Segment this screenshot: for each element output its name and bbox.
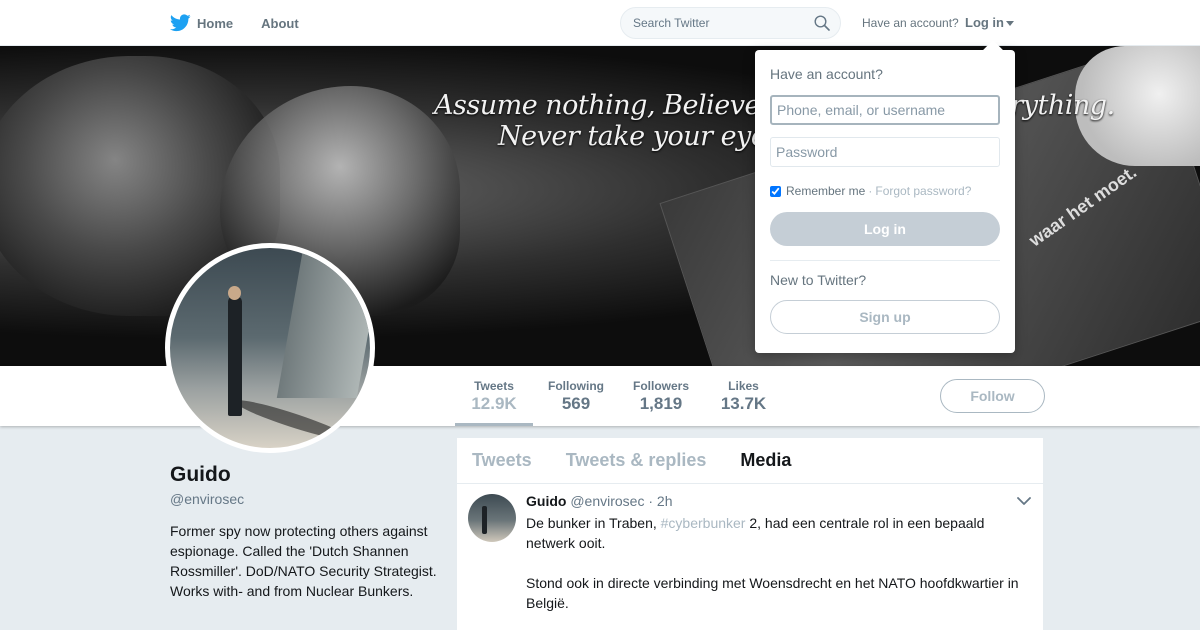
stat-followers[interactable]: Followers 1,819: [630, 366, 692, 426]
avatar-person: [228, 296, 242, 416]
remember-separator: ·: [868, 184, 873, 198]
profile-handle[interactable]: @envirosec: [170, 491, 244, 507]
nav-about-label: About: [261, 15, 299, 31]
tweet-text-paragraph2: Stond ook in directe verbinding met Woen…: [526, 575, 1019, 611]
tweet-time[interactable]: · 2h: [648, 493, 672, 509]
nav-about[interactable]: About: [261, 16, 299, 31]
tab-tweets-replies[interactable]: Tweets & replies: [566, 450, 707, 471]
avatar-person-head: [228, 286, 241, 300]
remember-row: Remember me · Forgot password?: [770, 184, 971, 198]
new-to-twitter-text: New to Twitter?: [770, 272, 867, 288]
avatar-wall: [276, 248, 370, 398]
tweet-text-part1: De bunker in Traben,: [526, 515, 661, 531]
search-icon[interactable]: [814, 15, 830, 31]
dropdown-title: Have an account?: [770, 66, 883, 82]
tweet-author-handle[interactable]: @envirosec: [570, 493, 644, 509]
stat-likes-value: 13.7K: [720, 394, 767, 413]
stat-tweets[interactable]: Tweets 12.9K: [455, 366, 533, 426]
login-dropdown: Have an account? Remember me · Forgot pa…: [755, 40, 1015, 353]
follow-button[interactable]: Follow: [940, 379, 1045, 413]
top-nav: Home About Have an account? Log in: [0, 0, 1200, 46]
stat-likes-label: Likes: [728, 379, 759, 393]
stat-followers-label: Followers: [632, 379, 689, 393]
have-account-text: Have an account?: [862, 16, 959, 30]
search-box: [620, 7, 841, 39]
profile-avatar[interactable]: [165, 243, 375, 453]
tab-tweets[interactable]: Tweets: [472, 450, 532, 471]
username-field[interactable]: [770, 95, 1000, 125]
tweet-author-name[interactable]: Guido: [526, 493, 566, 509]
stat-tweets-label: Tweets: [474, 379, 514, 393]
tweet-header: Guido @envirosec · 2h: [526, 493, 672, 509]
signup-button[interactable]: Sign up: [770, 300, 1000, 334]
timeline: Tweets Tweets & replies Media Guido @env…: [456, 437, 1044, 630]
login-link-label: Log in: [965, 15, 1004, 30]
tweet-text: De bunker in Traben, #cyberbunker 2, had…: [526, 513, 1036, 613]
login-button[interactable]: Log in: [770, 212, 1000, 246]
nav-home-label: Home: [197, 15, 234, 31]
profile-bio: Former spy now protecting others against…: [170, 523, 437, 599]
timeline-tabs: Tweets Tweets & replies Media: [457, 438, 1043, 484]
stat-following-value: 569: [561, 394, 591, 413]
login-dropdown-toggle[interactable]: Log in: [965, 15, 1014, 30]
remember-me-label[interactable]: Remember me: [786, 184, 865, 198]
stat-followers-value: 1,819: [639, 394, 683, 413]
remember-me-checkbox[interactable]: [770, 185, 781, 197]
caret-down-icon: [1006, 21, 1014, 27]
chevron-down-icon[interactable]: [1017, 496, 1031, 506]
tweet-avatar-person: [482, 506, 487, 534]
dropdown-divider: [770, 260, 1000, 261]
stat-likes[interactable]: Likes 13.7K: [716, 366, 771, 426]
password-field[interactable]: [770, 137, 1000, 167]
nav-left: Home About: [170, 0, 327, 46]
stat-tweets-value: 12.9K: [471, 394, 517, 413]
forgot-password-link[interactable]: Forgot password?: [875, 184, 971, 198]
search-input[interactable]: [621, 8, 806, 38]
twitter-bird-icon: [170, 14, 191, 32]
stat-following-label: Following: [548, 379, 604, 393]
avatar-shadow: [232, 394, 352, 446]
stat-following[interactable]: Following 569: [545, 366, 607, 426]
profile-name[interactable]: Guido: [170, 463, 231, 487]
tab-media[interactable]: Media: [740, 450, 791, 471]
tweet-hashtag-link[interactable]: #cyberbunker: [661, 515, 746, 531]
tweet[interactable]: Guido @envirosec · 2h De bunker in Trabe…: [457, 484, 1043, 630]
tweet-avatar[interactable]: [468, 494, 516, 542]
nav-home[interactable]: Home: [170, 14, 233, 32]
